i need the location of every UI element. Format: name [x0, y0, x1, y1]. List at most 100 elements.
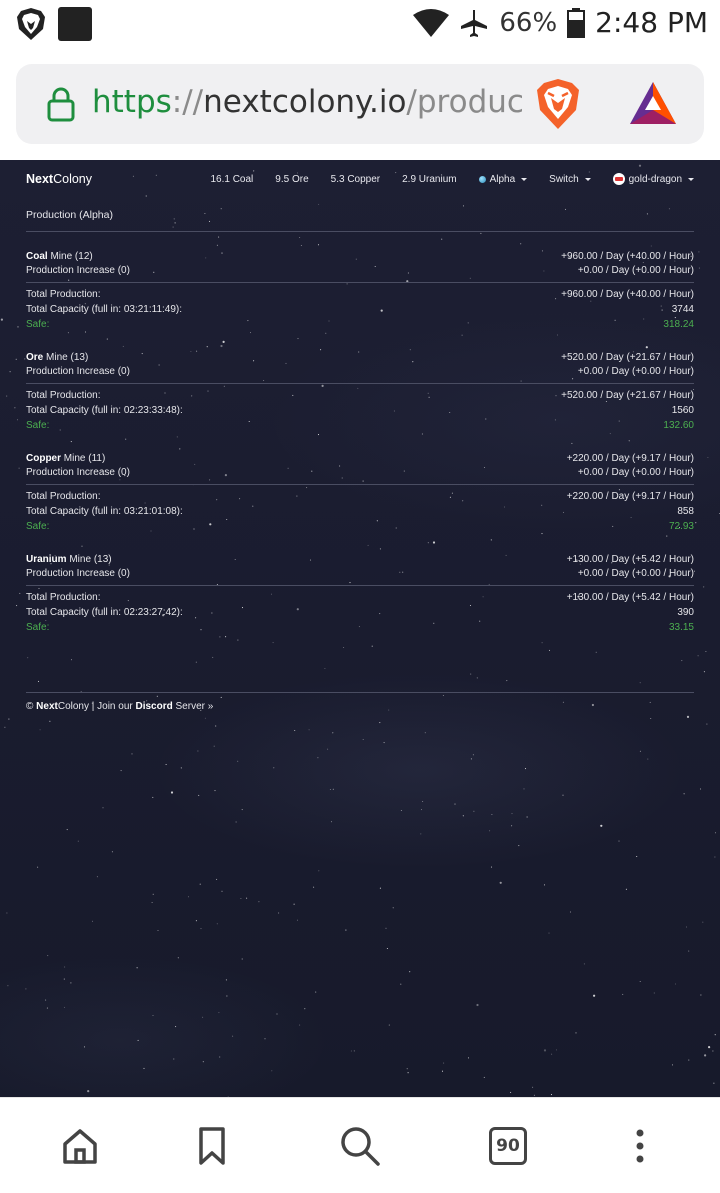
row-left: Total Production: [26, 490, 101, 504]
row-left: Production Increase (0) [26, 567, 130, 581]
home-button[interactable] [58, 1124, 102, 1168]
menu-button[interactable] [618, 1124, 662, 1168]
mine-name: Ore [26, 352, 44, 363]
bat-rewards-icon[interactable] [628, 80, 678, 126]
production-increase-row: Production Increase (0) +0.00 / Day (+0.0… [26, 365, 694, 379]
total-capacity-suffix: ): [175, 304, 183, 315]
mine-label: Mine [50, 251, 73, 262]
total-production-label: Total Production: [26, 289, 101, 300]
total-capacity-row: Total Capacity (full in: 02:23:33:48): 15… [26, 404, 694, 418]
mine-level: (13) [70, 352, 89, 363]
row-right: 33.15 [669, 621, 694, 635]
row-right: +520.00 / Day (+21.67 / Hour) [561, 389, 694, 403]
mine-divider [26, 585, 694, 586]
tabs-button[interactable]: 90 [486, 1124, 530, 1168]
production-increase-label: Production Increase (0) [26, 568, 130, 579]
brave-notification-icon [17, 8, 45, 40]
safe-value: 132.60 [663, 420, 694, 431]
safe-label: Safe: [26, 622, 50, 633]
url-text[interactable]: https://nextcolony.io/producti [92, 84, 522, 120]
row-right: 858 [677, 505, 694, 519]
home-icon [63, 1129, 97, 1164]
row-left: Safe: [26, 621, 49, 635]
row-left: Production Increase (0) [26, 264, 130, 278]
row-left: Production Increase (0) [26, 365, 130, 379]
address-bar[interactable]: https://nextcolony.io/producti [16, 64, 704, 144]
row-right: +220.00 / Day (+9.17 / Hour) [567, 490, 694, 504]
row-right: +220.00 / Day (+9.17 / Hour) [567, 452, 694, 466]
footer-copyright: © [26, 701, 34, 712]
top-navbar: NextColony 16.1 Coal 9.5 Ore 5.3 Copper … [0, 160, 720, 198]
row-left: Total Capacity (full in: 02:23:27:42): [26, 606, 183, 620]
more-vert-icon [636, 1129, 644, 1163]
brave-shields-icon[interactable] [534, 78, 582, 130]
search-icon [341, 1127, 380, 1166]
production-increase-label: Production Increase (0) [26, 366, 130, 377]
row-right: +520.00 / Day (+21.67 / Hour) [561, 351, 694, 365]
footer-brand-rest: Colony [57, 701, 89, 712]
total-production-label: Total Production: [26, 592, 101, 603]
url-path: /producti [406, 84, 522, 120]
total-production-value: +960.00 / Day (+40.00 / Hour) [561, 289, 694, 300]
mine-rate: +220.00 / Day (+9.17 / Hour) [566, 453, 694, 464]
discord-link[interactable]: Discord [136, 701, 173, 712]
row-left: Copper Mine (11) [26, 452, 105, 466]
planet-icon [478, 175, 486, 183]
total-production-row: Total Production: +130.00 / Day (+5.42 / … [26, 591, 694, 605]
lock-icon[interactable] [46, 86, 76, 122]
mine-level: (12) [74, 251, 93, 262]
switch-dropdown[interactable]: Switch [549, 174, 591, 185]
mine-header-row: Ore Mine (13) +520.00 / Day (+21.67 / Hou… [26, 351, 694, 365]
total-production-value: +520.00 / Day (+21.67 / Hour) [561, 390, 694, 401]
mine-divider [26, 282, 694, 283]
user-dropdown-label: gold-dragon [628, 173, 682, 185]
caret-down-icon [688, 177, 694, 181]
total-production-label: Total Production: [26, 390, 101, 401]
web-content: NextColony 16.1 Coal 9.5 Ore 5.3 Copper … [0, 160, 720, 1097]
mine-level: (11) [88, 453, 106, 464]
production-increase-value: +0.00 / Day (+0.00 / Hour) [577, 366, 694, 377]
tab-count: 90 [489, 1127, 527, 1165]
total-production-value: +130.00 / Day (+5.42 / Hour) [566, 592, 694, 603]
caret-down-icon [521, 177, 528, 181]
mine-label: Mine [69, 554, 92, 565]
row-right: +960.00 / Day (+40.00 / Hour) [561, 288, 694, 302]
safe-value: 318.24 [663, 319, 694, 330]
total-production-row: Total Production: +220.00 / Day (+9.17 / … [26, 490, 694, 504]
url-separator: :// [171, 84, 204, 120]
total-capacity-value: 3744 [671, 304, 694, 315]
brand-bold: Next [26, 172, 54, 186]
airplane-mode-icon [461, 9, 488, 37]
mine-rate: +130.00 / Day (+5.42 / Hour) [566, 554, 694, 565]
bookmarks-button[interactable] [190, 1124, 234, 1168]
total-capacity-row: Total Capacity (full in: 03:21:01:08): 85… [26, 505, 694, 519]
browser-toolbar: https://nextcolony.io/producti [0, 48, 720, 160]
row-right: +0.00 / Day (+0.00 / Hour) [578, 466, 694, 480]
total-production-value: +220.00 / Day (+9.17 / Hour) [566, 491, 694, 502]
row-left: Total Production: [26, 591, 101, 605]
caret-down-icon [584, 177, 591, 181]
total-capacity-value: 390 [677, 607, 694, 618]
total-capacity-suffix: ): [176, 607, 183, 618]
clock: 2:48 PM [595, 6, 708, 39]
total-production-row: Total Production: +960.00 / Day (+40.00 /… [26, 288, 694, 302]
total-production-label: Total Production: [26, 491, 101, 502]
bottom-toolbar: 90 [0, 1097, 720, 1193]
row-right: 72.93 [669, 520, 694, 534]
user-dropdown[interactable]: gold-dragon [612, 173, 694, 185]
row-right: +0.00 / Day (+0.00 / Hour) [578, 567, 694, 581]
safe-label: Safe: [26, 319, 50, 330]
total-capacity-label: Total Capacity (full in: [26, 304, 122, 315]
planet-dropdown[interactable]: Alpha [478, 174, 528, 185]
brand-logo[interactable]: NextColony [26, 172, 92, 186]
app-notification-icon [58, 7, 92, 41]
total-production-row: Total Production: +520.00 / Day (+21.67 /… [26, 389, 694, 403]
resource-copper: 5.3 Copper [330, 173, 381, 185]
full-in-time: 02:23:27:42 [123, 607, 177, 618]
production-increase-value: +0.00 / Day (+0.00 / Hour) [577, 568, 694, 579]
mine-divider [26, 484, 694, 485]
footer-brand-bold: Next [36, 701, 58, 712]
full-in-time: 02:23:33:48 [123, 405, 177, 416]
search-button[interactable] [338, 1124, 382, 1168]
row-left: Uranium Mine (13) [26, 553, 112, 567]
